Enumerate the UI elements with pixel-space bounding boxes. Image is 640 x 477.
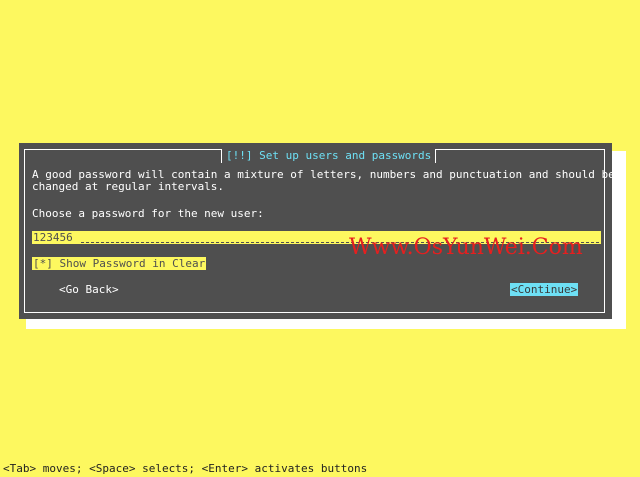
description-line-2: changed at regular intervals. [32, 180, 225, 193]
password-prompt: Choose a password for the new user: [32, 207, 264, 220]
dialog-title: [!!] Set up users and passwords [221, 149, 437, 163]
go-back-button[interactable]: <Go Back> [59, 283, 119, 296]
status-bar: <Tab> moves; <Space> selects; <Enter> ac… [3, 462, 368, 475]
show-password-checkbox[interactable]: [*] Show Password in Clear [32, 257, 207, 270]
watermark: Www.OsYunWei.Com [349, 235, 583, 260]
continue-button[interactable]: <Continue> [510, 283, 579, 296]
installer-screen: [!!] Set up users and passwords A good p… [0, 0, 640, 477]
password-dialog: [!!] Set up users and passwords A good p… [19, 143, 615, 319]
